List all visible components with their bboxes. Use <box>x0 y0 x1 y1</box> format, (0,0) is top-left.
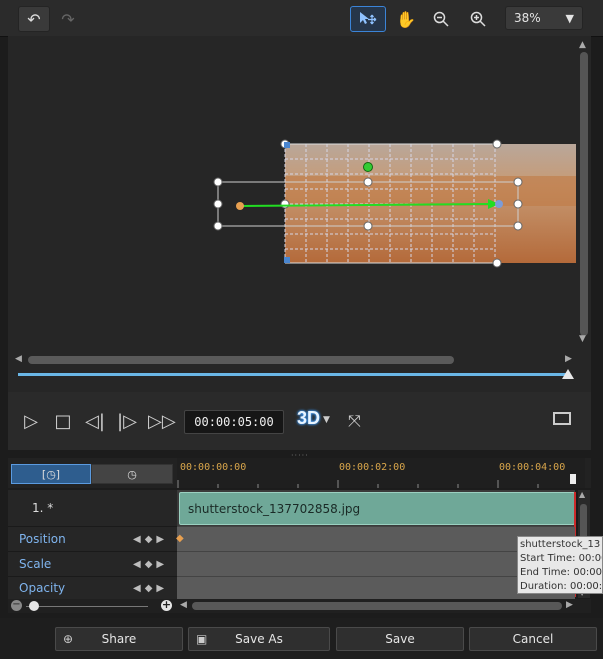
path-start-point[interactable] <box>236 202 244 210</box>
stop-icon[interactable]: □ <box>52 411 74 432</box>
zoom-in-icon <box>470 11 486 27</box>
keyframe-controls[interactable]: ◀◆▶ <box>133 583 168 594</box>
globe-icon: ⊕ <box>63 632 74 646</box>
tab-object-timeline[interactable]: ◷ <box>91 464 173 484</box>
cancel-label: Cancel <box>512 632 554 646</box>
tooltip-name: shutterstock_13 <box>520 539 601 550</box>
clock-icon: [◷] <box>41 467 61 481</box>
zoom-in-button[interactable] <box>462 6 494 32</box>
path-end-point[interactable] <box>495 200 503 208</box>
preview-vertical-scrollbar[interactable]: ▲ ▼ <box>579 40 588 344</box>
fullscreen-icon[interactable] <box>553 412 571 425</box>
tooltip-end: End Time: 00:00 <box>520 567 603 578</box>
save-button[interactable]: Save <box>336 627 464 651</box>
zoom-level-select[interactable]: 38% ▼ <box>505 6 583 30</box>
zoom-slider-thumb[interactable] <box>29 601 39 611</box>
select-move-icon <box>360 12 377 25</box>
undo-icon: ↶ <box>27 9 41 29</box>
chevron-down-icon: ▼ <box>565 12 574 25</box>
property-opacity[interactable]: Opacity <box>19 581 65 595</box>
scroll-left-icon[interactable]: ◀ <box>180 600 187 610</box>
timeline-zoom-slider[interactable] <box>26 606 148 607</box>
select-move-tool-button[interactable] <box>350 6 386 32</box>
fit-screen-icon[interactable]: ⤧ <box>348 411 361 431</box>
tooltip-start: Start Time: 00:00 <box>520 553 603 564</box>
cancel-button[interactable]: Cancel <box>469 627 597 651</box>
hand-icon: ✋ <box>396 9 416 29</box>
preview-object[interactable] <box>210 136 580 271</box>
timeline-end-marker[interactable] <box>570 474 576 484</box>
share-label: Share <box>101 632 137 646</box>
timeline-clip[interactable]: shutterstock_137702858.jpg <box>179 492 575 525</box>
clip-info-tooltip: shutterstock_13 Start Time: 00:00 End Ti… <box>517 536 603 594</box>
property-position[interactable]: Position <box>19 532 66 546</box>
timeline-horizontal-scrollbar[interactable] <box>192 602 562 610</box>
3d-mode-button[interactable]: 3D <box>297 408 320 429</box>
tab-clip-timeline[interactable]: [◷] <box>11 464 91 484</box>
hand-tool-button[interactable]: ✋ <box>390 6 422 32</box>
share-button[interactable]: ⊕ Share <box>55 627 183 651</box>
timecode-display[interactable]: 00:00:05:00 <box>184 410 284 434</box>
redo-button[interactable]: ↷ <box>52 6 84 32</box>
undo-button[interactable]: ↶ <box>18 6 50 32</box>
keyframe-marker[interactable]: ◆ <box>176 533 184 544</box>
ruler-ticks <box>177 480 539 488</box>
scroll-up-icon[interactable]: ▲ <box>579 40 586 50</box>
clock-icon: ◷ <box>127 467 137 481</box>
preview-horizontal-scrollbar[interactable] <box>28 356 454 364</box>
rotate-handle[interactable] <box>363 162 373 172</box>
save-as-label: Save As <box>235 632 283 646</box>
3d-dropdown-icon[interactable]: ▼ <box>323 415 330 425</box>
ruler-label: 00:00:04:00 <box>499 462 566 473</box>
save-label: Save <box>385 632 415 646</box>
keyframe-controls[interactable]: ◀◆▶ <box>133 534 168 545</box>
clip-name: shutterstock_137702858.jpg <box>188 501 361 516</box>
ruler-label: 00:00:02:00 <box>339 462 406 473</box>
floppy-disk-icon: ▣ <box>196 632 208 646</box>
playhead-slider[interactable] <box>562 369 574 379</box>
scroll-down-icon[interactable]: ▼ <box>579 334 586 344</box>
scroll-left-icon[interactable]: ◀ <box>15 354 22 364</box>
zoom-out-icon <box>433 11 449 27</box>
fast-forward-icon[interactable]: ▷▷ <box>148 411 176 432</box>
property-scale[interactable]: Scale <box>19 557 51 571</box>
scroll-right-icon[interactable]: ▶ <box>566 600 573 610</box>
tooltip-duration: Duration: 00:00:0 <box>520 581 603 592</box>
save-as-button[interactable]: ▣ Save As <box>188 627 330 651</box>
zoom-out-icon[interactable]: − <box>11 600 22 611</box>
previous-frame-icon[interactable]: ◁| <box>84 411 106 432</box>
object-track-label: 1. * <box>32 501 54 515</box>
ruler-label: 00:00:00:00 <box>180 462 247 473</box>
keyframe-controls[interactable]: ◀◆▶ <box>133 559 168 570</box>
play-icon[interactable]: ▷ <box>20 411 42 432</box>
zoom-level-value: 38% <box>514 11 541 25</box>
playback-progress-bar[interactable] <box>18 373 570 376</box>
zoom-out-button[interactable] <box>425 6 457 32</box>
next-frame-icon[interactable]: |▷ <box>116 411 138 432</box>
redo-icon: ↷ <box>61 9 75 29</box>
zoom-in-icon[interactable]: + <box>161 599 172 611</box>
scroll-right-icon[interactable]: ▶ <box>565 354 572 364</box>
